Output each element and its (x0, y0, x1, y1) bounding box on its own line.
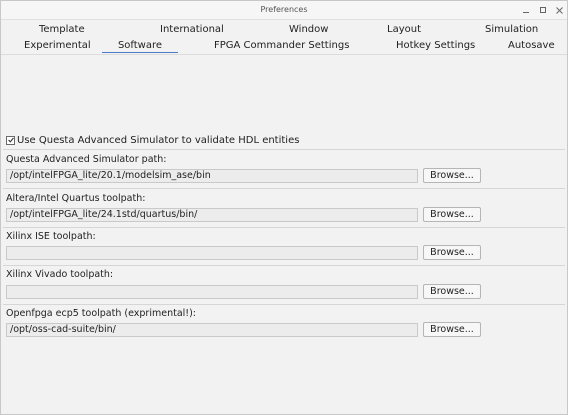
divider (3, 304, 565, 305)
tab-fpga-commander-settings[interactable]: FPGA Commander Settings (214, 38, 349, 53)
divider (3, 188, 565, 189)
minimize-button[interactable] (519, 3, 533, 17)
close-button[interactable] (552, 3, 566, 17)
xilinx-vivado-path-label: Xilinx Vivado toolpath: (6, 269, 114, 280)
xilinx-ise-browse-button[interactable]: Browse... (423, 245, 481, 260)
tab-hotkey-settings[interactable]: Hotkey Settings (396, 38, 475, 53)
tab-window[interactable]: Window (289, 22, 328, 37)
questa-path-input[interactable]: /opt/intelFPGA_lite/20.1/modelsim_ase/bi… (6, 169, 418, 183)
validate-hdl-option[interactable]: Use Questa Advanced Simulator to validat… (6, 134, 299, 146)
xilinx-vivado-browse-button[interactable]: Browse... (423, 284, 481, 299)
tab-international[interactable]: International (160, 22, 224, 37)
preferences-window: Preferences Template International Windo… (0, 0, 568, 415)
validate-hdl-checkbox[interactable] (6, 135, 15, 145)
checkmark-icon (7, 137, 14, 143)
openfpga-ecp5-path-input[interactable]: /opt/oss-cad-suite/bin/ (6, 323, 418, 337)
quartus-path-label: Altera/Intel Quartus toolpath: (6, 193, 146, 204)
close-icon (555, 6, 563, 14)
questa-path-label: Questa Advanced Simulator path: (6, 154, 167, 165)
maximize-button[interactable] (536, 3, 550, 17)
validate-hdl-label: Use Questa Advanced Simulator to validat… (17, 134, 300, 146)
title-bar: Preferences (1, 1, 567, 20)
questa-browse-button[interactable]: Browse... (423, 168, 481, 183)
minimize-icon (523, 11, 529, 13)
tab-simulation[interactable]: Simulation (485, 22, 538, 37)
maximize-icon (540, 7, 546, 13)
quartus-browse-button[interactable]: Browse... (423, 207, 481, 222)
xilinx-ise-path-input[interactable] (6, 246, 418, 260)
tab-autosave[interactable]: Autosave (508, 38, 555, 53)
tab-software[interactable]: Software (102, 38, 178, 53)
divider (3, 265, 565, 266)
xilinx-ise-path-label: Xilinx ISE toolpath: (6, 231, 96, 242)
quartus-path-input[interactable]: /opt/intelFPGA_lite/24.1std/quartus/bin/ (6, 208, 418, 222)
openfpga-ecp5-browse-button[interactable]: Browse... (423, 322, 481, 337)
tab-layout[interactable]: Layout (387, 22, 421, 37)
divider (3, 149, 565, 150)
tab-template[interactable]: Template (39, 22, 85, 37)
openfpga-ecp5-path-label: Openfpga ecp5 toolpath (exprimental!): (6, 308, 196, 319)
window-title: Preferences (260, 5, 308, 14)
divider (3, 227, 565, 228)
tab-experimental[interactable]: Experimental (24, 38, 91, 53)
xilinx-vivado-path-input[interactable] (6, 285, 418, 299)
